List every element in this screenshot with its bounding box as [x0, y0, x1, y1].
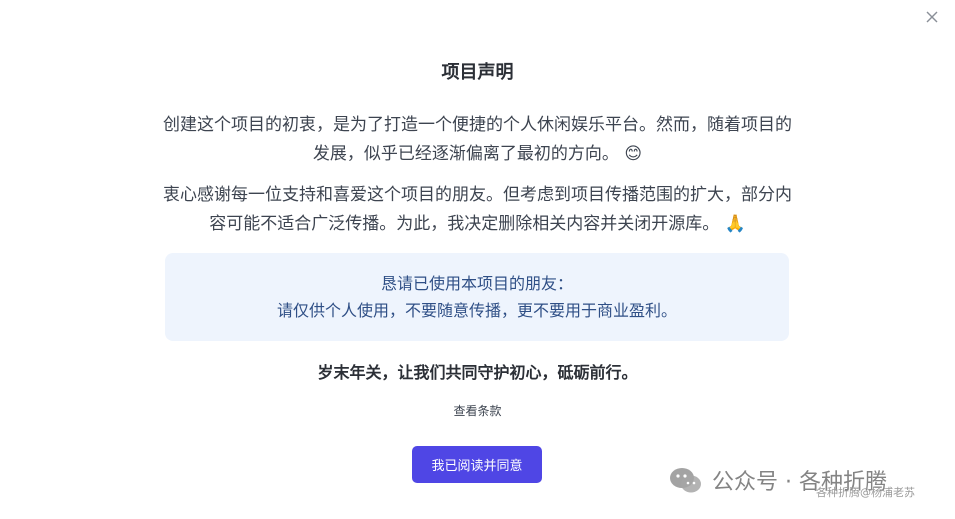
watermark-subtext: 各种折腾@杨浦老苏: [816, 486, 915, 499]
statement-dialog: 项目声明 创建这个项目的初衷，是为了打造一个便捷的个人休闲娱乐平台。然而，随着项…: [0, 0, 955, 519]
notice-line-1: 恳请已使用本项目的朋友：: [380, 274, 573, 293]
thanks-paragraph-text: 衷心感谢每一位支持和喜爱这个项目的朋友。但考虑到项目传播范围的扩大，部分内容可能…: [163, 185, 792, 234]
notice-line-2: 请仅供个人使用，不要随意传播，更不要用于商业盈利。: [276, 301, 677, 320]
pray-emoji-icon: 🙏: [724, 214, 746, 234]
notice-box: 恳请已使用本项目的朋友： 请仅供个人使用，不要随意传播，更不要用于商业盈利。: [165, 253, 789, 341]
view-terms-link[interactable]: 查看条款: [453, 404, 501, 418]
wechat-icon: [670, 468, 701, 493]
terms-row: 查看条款: [0, 402, 955, 419]
intro-paragraph: 创建这个项目的初衷，是为了打造一个便捷的个人休闲娱乐平台。然而，随着项目的发展，…: [160, 111, 795, 169]
watermark: 公众号 · 各种折腾 各种折腾@杨浦老苏: [668, 462, 948, 502]
close-button[interactable]: [925, 10, 941, 26]
intro-paragraph-text: 创建这个项目的初衷，是为了打造一个便捷的个人休闲娱乐平台。然而，随着项目的发展，…: [163, 115, 792, 164]
smile-emoji-icon: 😊: [624, 144, 643, 164]
thanks-paragraph: 衷心感谢每一位支持和喜爱这个项目的朋友。但考虑到项目传播范围的扩大，部分内容可能…: [160, 181, 795, 239]
agree-button[interactable]: 我已阅读并同意: [412, 446, 542, 483]
motto-text: 岁末年关，让我们共同守护初心，砥砺前行。: [317, 363, 638, 382]
close-icon: [926, 11, 938, 23]
dialog-title: 项目声明: [441, 62, 514, 83]
